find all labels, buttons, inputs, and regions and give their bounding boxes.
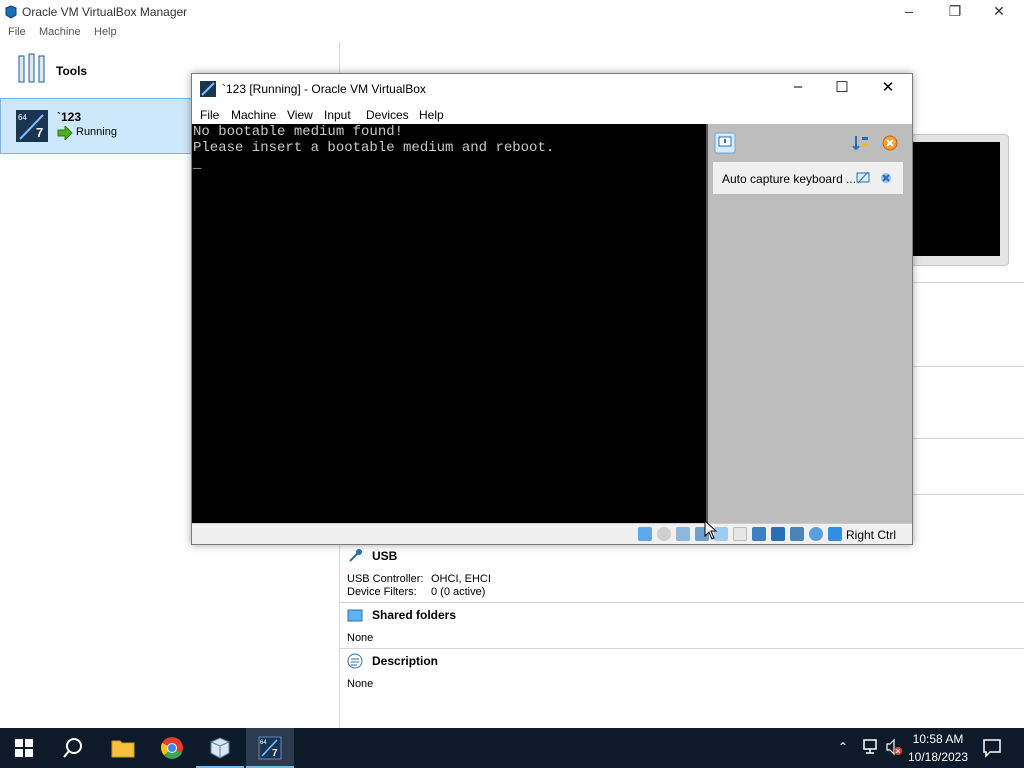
manager-title: Oracle VM VirtualBox Manager [22, 5, 188, 19]
vm-statusbar [192, 523, 912, 544]
vm-menu-machine[interactable]: Machine [231, 108, 276, 122]
usb-controller-value: OHCI, EHCI [431, 573, 491, 585]
menu-file[interactable]: File [8, 26, 26, 38]
running-arrow-icon [57, 126, 73, 140]
console-line-1: No bootable medium found! [193, 124, 404, 140]
clock-date[interactable]: 10/18/2023 [906, 750, 970, 764]
host-key-arrow-icon[interactable] [828, 527, 842, 541]
clock-time[interactable]: 10:58 AM [906, 732, 970, 746]
chrome-button[interactable] [148, 728, 196, 768]
section-divider [340, 648, 1024, 649]
restore-button[interactable]: ❐ [932, 0, 978, 24]
windows-start-icon [15, 739, 33, 757]
shared-folders-value: None [347, 632, 374, 644]
shared-folder-icon [347, 609, 363, 622]
vm-menu-file[interactable]: File [200, 108, 219, 122]
recording-status-icon[interactable] [771, 527, 785, 541]
vm-state: Running [76, 126, 117, 138]
close-button[interactable]: ✕ [976, 0, 1022, 24]
usb-section-title[interactable]: USB [372, 549, 397, 563]
start-button[interactable] [0, 728, 48, 768]
usb-controller-label: USB Controller: [347, 573, 424, 585]
tools-label: Tools [56, 64, 88, 78]
vm-name: `123 [57, 110, 82, 124]
sort-notifications-icon[interactable] [852, 134, 870, 152]
menu-machine[interactable]: Machine [39, 26, 81, 38]
notification-text: Auto capture keyboard ... [722, 172, 857, 186]
notification-bell-icon[interactable] [714, 132, 736, 154]
chrome-icon [161, 737, 183, 759]
virtualbox-icon [210, 737, 230, 759]
virtualbox-manager-taskbar-button[interactable] [196, 728, 244, 768]
display-status-icon[interactable] [752, 527, 766, 541]
svg-text:64: 64 [260, 740, 267, 746]
notification-dont-show-icon[interactable] [856, 171, 870, 185]
console-line-2: Please insert a bootable medium and rebo… [193, 140, 555, 156]
section-divider [340, 602, 1024, 603]
optical-drive-status-icon[interactable] [657, 527, 671, 541]
vm-close-button[interactable]: ✕ [868, 78, 908, 96]
vm-window-icon [200, 81, 216, 97]
svg-text:7: 7 [272, 748, 278, 759]
windows7-64-os-icon: 64 7 [16, 110, 48, 142]
tools-icon [18, 53, 45, 83]
network-icon[interactable] [862, 738, 880, 756]
menu-help[interactable]: Help [94, 26, 117, 38]
usb-filters-value: 0 (0 active) [431, 586, 486, 598]
preview-screen [913, 142, 1000, 256]
description-icon [347, 653, 363, 669]
vm-menu-input[interactable]: Input [324, 108, 351, 122]
action-center-icon[interactable] [982, 738, 1002, 758]
svg-text:64: 64 [18, 113, 27, 122]
file-explorer-button[interactable] [98, 728, 146, 768]
audio-status-icon[interactable] [676, 527, 690, 541]
volume-muted-icon[interactable] [885, 738, 903, 756]
hard-disk-status-icon[interactable] [638, 527, 652, 541]
minimize-button[interactable]: – [886, 0, 932, 24]
vm-menu-view[interactable]: View [287, 108, 313, 122]
mouse-cursor-icon [704, 520, 718, 540]
show-hidden-icons-chevron-icon[interactable]: ⌃ [838, 740, 848, 754]
vm-maximize-button[interactable]: ☐ [822, 78, 862, 96]
vm-minimize-button[interactable]: – [778, 78, 818, 95]
windows7-64-vm-icon: 64 7 [258, 736, 282, 760]
notification-close-icon[interactable] [879, 171, 893, 185]
search-icon [63, 738, 82, 758]
virtualbox-logo-icon [5, 5, 17, 19]
usb-filters-label: Device Filters: [347, 586, 417, 598]
shared-folders-title[interactable]: Shared folders [372, 608, 456, 622]
vm-window: `123 [Running] - Oracle VM VirtualBox – … [191, 73, 913, 545]
vm-display[interactable] [192, 124, 706, 523]
folder-icon [111, 740, 135, 758]
console-cursor: _ [193, 156, 202, 172]
search-button[interactable] [48, 728, 96, 768]
description-title[interactable]: Description [372, 654, 438, 668]
usb-icon [349, 549, 362, 562]
host-key-label: Right Ctrl [846, 528, 897, 542]
close-all-notifications-icon[interactable] [881, 134, 899, 152]
vm-taskbar-button[interactable]: 64 7 [246, 728, 294, 768]
vm-menu-help[interactable]: Help [419, 108, 444, 122]
mouse-integration-status-icon[interactable] [809, 527, 823, 541]
vm-window-title: `123 [Running] - Oracle VM VirtualBox [222, 82, 426, 96]
svg-text:7: 7 [36, 125, 43, 140]
shared-folders-status-icon[interactable] [733, 527, 747, 541]
vm-menu-devices[interactable]: Devices [366, 108, 409, 122]
virtualization-status-icon[interactable] [790, 527, 804, 541]
description-value: None [347, 678, 374, 690]
